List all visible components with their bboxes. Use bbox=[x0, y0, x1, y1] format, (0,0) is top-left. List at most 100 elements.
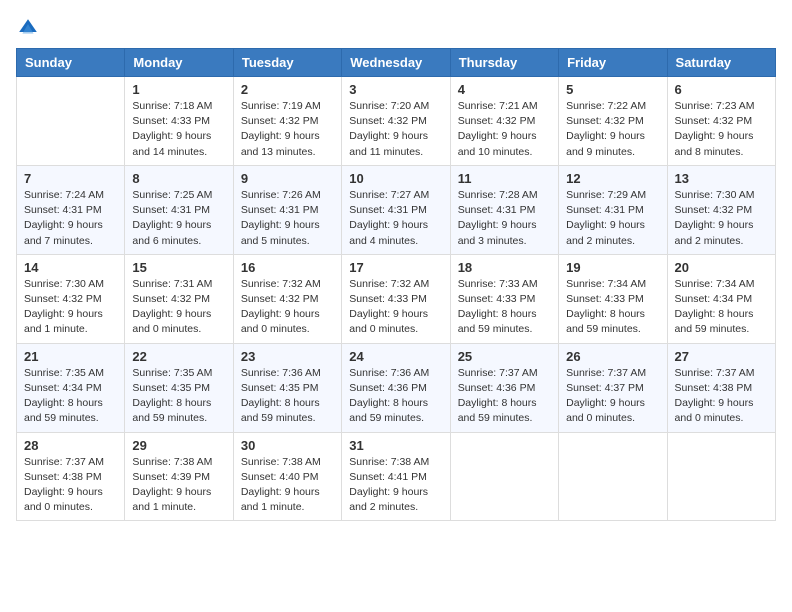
day-info: Sunrise: 7:38 AM Sunset: 4:39 PM Dayligh… bbox=[132, 455, 225, 516]
calendar-cell: 18 Sunrise: 7:33 AM Sunset: 4:33 PM Dayli… bbox=[450, 254, 558, 343]
day-number: 25 bbox=[458, 349, 551, 364]
calendar-cell: 19 Sunrise: 7:34 AM Sunset: 4:33 PM Dayli… bbox=[559, 254, 667, 343]
weekday-header-wednesday: Wednesday bbox=[342, 49, 450, 77]
calendar-cell: 4 Sunrise: 7:21 AM Sunset: 4:32 PM Daylig… bbox=[450, 77, 558, 166]
calendar-cell bbox=[667, 432, 775, 521]
day-number: 21 bbox=[24, 349, 117, 364]
day-number: 10 bbox=[349, 171, 442, 186]
day-number: 23 bbox=[241, 349, 334, 364]
day-number: 26 bbox=[566, 349, 659, 364]
day-number: 29 bbox=[132, 438, 225, 453]
day-number: 17 bbox=[349, 260, 442, 275]
calendar-cell: 15 Sunrise: 7:31 AM Sunset: 4:32 PM Dayli… bbox=[125, 254, 233, 343]
day-info: Sunrise: 7:29 AM Sunset: 4:31 PM Dayligh… bbox=[566, 188, 659, 249]
calendar-cell: 16 Sunrise: 7:32 AM Sunset: 4:32 PM Dayli… bbox=[233, 254, 341, 343]
calendar-week-row: 28 Sunrise: 7:37 AM Sunset: 4:38 PM Dayli… bbox=[17, 432, 776, 521]
calendar-cell: 26 Sunrise: 7:37 AM Sunset: 4:37 PM Dayli… bbox=[559, 343, 667, 432]
weekday-header-tuesday: Tuesday bbox=[233, 49, 341, 77]
day-info: Sunrise: 7:32 AM Sunset: 4:32 PM Dayligh… bbox=[241, 277, 334, 338]
calendar-cell: 10 Sunrise: 7:27 AM Sunset: 4:31 PM Dayli… bbox=[342, 165, 450, 254]
day-info: Sunrise: 7:34 AM Sunset: 4:33 PM Dayligh… bbox=[566, 277, 659, 338]
calendar-cell: 14 Sunrise: 7:30 AM Sunset: 4:32 PM Dayli… bbox=[17, 254, 125, 343]
day-number: 6 bbox=[675, 82, 768, 97]
day-info: Sunrise: 7:22 AM Sunset: 4:32 PM Dayligh… bbox=[566, 99, 659, 160]
day-info: Sunrise: 7:35 AM Sunset: 4:34 PM Dayligh… bbox=[24, 366, 117, 427]
day-number: 15 bbox=[132, 260, 225, 275]
calendar-cell: 21 Sunrise: 7:35 AM Sunset: 4:34 PM Dayli… bbox=[17, 343, 125, 432]
day-number: 28 bbox=[24, 438, 117, 453]
day-info: Sunrise: 7:32 AM Sunset: 4:33 PM Dayligh… bbox=[349, 277, 442, 338]
calendar-cell: 7Sunrise: 7:24 AM Sunset: 4:31 PM Daylig… bbox=[17, 165, 125, 254]
day-number: 13 bbox=[675, 171, 768, 186]
calendar-table: SundayMondayTuesdayWednesdayThursdayFrid… bbox=[16, 48, 776, 521]
calendar-week-row: 7Sunrise: 7:24 AM Sunset: 4:31 PM Daylig… bbox=[17, 165, 776, 254]
calendar-cell: 31 Sunrise: 7:38 AM Sunset: 4:41 PM Dayli… bbox=[342, 432, 450, 521]
day-info: Sunrise: 7:37 AM Sunset: 4:38 PM Dayligh… bbox=[24, 455, 117, 516]
calendar-cell: 24Sunrise: 7:36 AM Sunset: 4:36 PM Dayli… bbox=[342, 343, 450, 432]
page-header bbox=[16, 16, 776, 40]
day-info: Sunrise: 7:30 AM Sunset: 4:32 PM Dayligh… bbox=[24, 277, 117, 338]
calendar-cell: 17 Sunrise: 7:32 AM Sunset: 4:33 PM Dayli… bbox=[342, 254, 450, 343]
day-number: 27 bbox=[675, 349, 768, 364]
calendar-cell: 6Sunrise: 7:23 AM Sunset: 4:32 PM Daylig… bbox=[667, 77, 775, 166]
day-number: 3 bbox=[349, 82, 442, 97]
calendar-cell: 30Sunrise: 7:38 AM Sunset: 4:40 PM Dayli… bbox=[233, 432, 341, 521]
day-number: 5 bbox=[566, 82, 659, 97]
day-number: 19 bbox=[566, 260, 659, 275]
calendar-cell: 1Sunrise: 7:18 AM Sunset: 4:33 PM Daylig… bbox=[125, 77, 233, 166]
day-info: Sunrise: 7:37 AM Sunset: 4:37 PM Dayligh… bbox=[566, 366, 659, 427]
day-info: Sunrise: 7:24 AM Sunset: 4:31 PM Dayligh… bbox=[24, 188, 117, 249]
day-info: Sunrise: 7:37 AM Sunset: 4:38 PM Dayligh… bbox=[675, 366, 768, 427]
weekday-header-thursday: Thursday bbox=[450, 49, 558, 77]
day-info: Sunrise: 7:27 AM Sunset: 4:31 PM Dayligh… bbox=[349, 188, 442, 249]
day-number: 2 bbox=[241, 82, 334, 97]
day-info: Sunrise: 7:18 AM Sunset: 4:33 PM Dayligh… bbox=[132, 99, 225, 160]
day-number: 4 bbox=[458, 82, 551, 97]
weekday-header-row: SundayMondayTuesdayWednesdayThursdayFrid… bbox=[17, 49, 776, 77]
calendar-cell: 5 Sunrise: 7:22 AM Sunset: 4:32 PM Daylig… bbox=[559, 77, 667, 166]
calendar-cell: 23Sunrise: 7:36 AM Sunset: 4:35 PM Dayli… bbox=[233, 343, 341, 432]
calendar-cell bbox=[450, 432, 558, 521]
day-info: Sunrise: 7:34 AM Sunset: 4:34 PM Dayligh… bbox=[675, 277, 768, 338]
day-info: Sunrise: 7:31 AM Sunset: 4:32 PM Dayligh… bbox=[132, 277, 225, 338]
logo-icon bbox=[16, 16, 40, 40]
day-number: 8 bbox=[132, 171, 225, 186]
day-info: Sunrise: 7:38 AM Sunset: 4:40 PM Dayligh… bbox=[241, 455, 334, 516]
day-info: Sunrise: 7:35 AM Sunset: 4:35 PM Dayligh… bbox=[132, 366, 225, 427]
day-number: 31 bbox=[349, 438, 442, 453]
day-number: 16 bbox=[241, 260, 334, 275]
weekday-header-saturday: Saturday bbox=[667, 49, 775, 77]
day-info: Sunrise: 7:28 AM Sunset: 4:31 PM Dayligh… bbox=[458, 188, 551, 249]
day-info: Sunrise: 7:20 AM Sunset: 4:32 PM Dayligh… bbox=[349, 99, 442, 160]
calendar-cell: 13 Sunrise: 7:30 AM Sunset: 4:32 PM Dayli… bbox=[667, 165, 775, 254]
weekday-header-monday: Monday bbox=[125, 49, 233, 77]
day-info: Sunrise: 7:21 AM Sunset: 4:32 PM Dayligh… bbox=[458, 99, 551, 160]
day-number: 18 bbox=[458, 260, 551, 275]
logo bbox=[16, 16, 44, 40]
day-info: Sunrise: 7:26 AM Sunset: 4:31 PM Dayligh… bbox=[241, 188, 334, 249]
calendar-cell: 8 Sunrise: 7:25 AM Sunset: 4:31 PM Daylig… bbox=[125, 165, 233, 254]
calendar-cell: 12Sunrise: 7:29 AM Sunset: 4:31 PM Dayli… bbox=[559, 165, 667, 254]
day-info: Sunrise: 7:38 AM Sunset: 4:41 PM Dayligh… bbox=[349, 455, 442, 516]
day-info: Sunrise: 7:19 AM Sunset: 4:32 PM Dayligh… bbox=[241, 99, 334, 160]
day-number: 9 bbox=[241, 171, 334, 186]
day-number: 14 bbox=[24, 260, 117, 275]
calendar-cell: 3 Sunrise: 7:20 AM Sunset: 4:32 PM Daylig… bbox=[342, 77, 450, 166]
calendar-cell: 9 Sunrise: 7:26 AM Sunset: 4:31 PM Daylig… bbox=[233, 165, 341, 254]
day-info: Sunrise: 7:33 AM Sunset: 4:33 PM Dayligh… bbox=[458, 277, 551, 338]
calendar-week-row: 21 Sunrise: 7:35 AM Sunset: 4:34 PM Dayli… bbox=[17, 343, 776, 432]
calendar-week-row: 1Sunrise: 7:18 AM Sunset: 4:33 PM Daylig… bbox=[17, 77, 776, 166]
day-number: 20 bbox=[675, 260, 768, 275]
day-number: 22 bbox=[132, 349, 225, 364]
calendar-cell: 22 Sunrise: 7:35 AM Sunset: 4:35 PM Dayli… bbox=[125, 343, 233, 432]
calendar-cell: 29 Sunrise: 7:38 AM Sunset: 4:39 PM Dayli… bbox=[125, 432, 233, 521]
day-info: Sunrise: 7:25 AM Sunset: 4:31 PM Dayligh… bbox=[132, 188, 225, 249]
weekday-header-friday: Friday bbox=[559, 49, 667, 77]
calendar-cell: 28 Sunrise: 7:37 AM Sunset: 4:38 PM Dayli… bbox=[17, 432, 125, 521]
day-info: Sunrise: 7:30 AM Sunset: 4:32 PM Dayligh… bbox=[675, 188, 768, 249]
calendar-cell: 11Sunrise: 7:28 AM Sunset: 4:31 PM Dayli… bbox=[450, 165, 558, 254]
calendar-cell: 20 Sunrise: 7:34 AM Sunset: 4:34 PM Dayli… bbox=[667, 254, 775, 343]
day-info: Sunrise: 7:36 AM Sunset: 4:36 PM Dayligh… bbox=[349, 366, 442, 427]
calendar-cell bbox=[559, 432, 667, 521]
calendar-cell bbox=[17, 77, 125, 166]
